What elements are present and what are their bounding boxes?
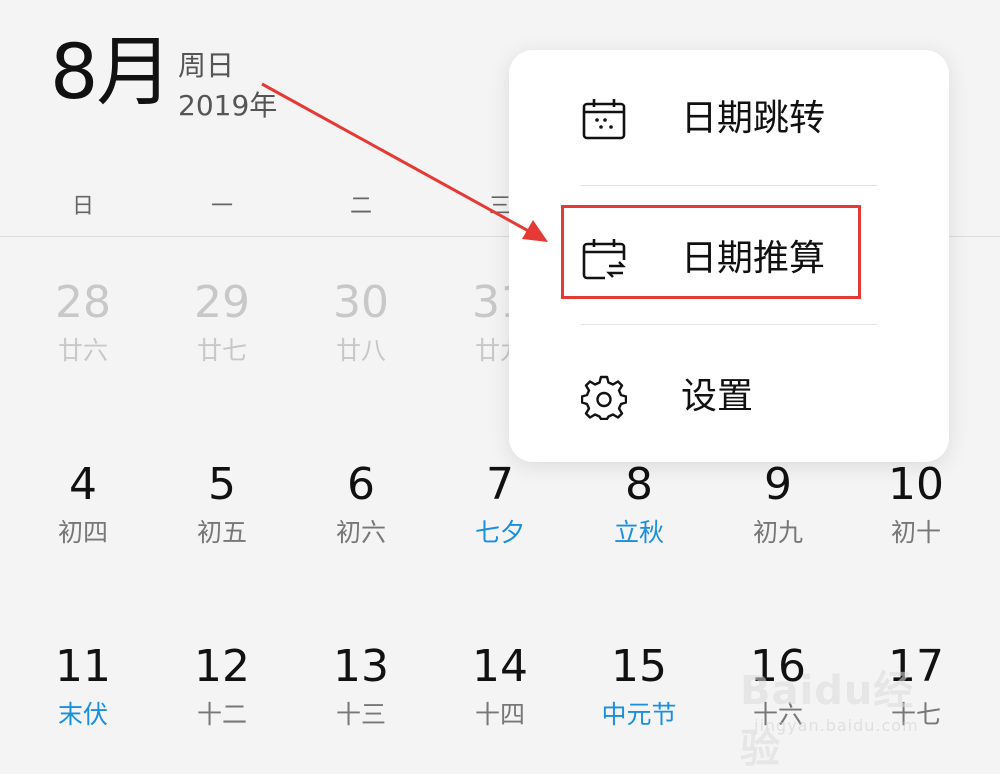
day-cell[interactable]: 15 中元节 <box>574 640 704 732</box>
menu-label: 日期跳转 <box>681 98 826 139</box>
lunar-festival: 末伏 <box>57 700 108 729</box>
year-label[interactable]: 2019年 <box>178 84 277 124</box>
day-number: 14 <box>472 641 528 692</box>
lunar-date: 初四 <box>57 518 108 547</box>
day-cell[interactable]: 7 七夕 <box>435 458 565 550</box>
day-cell[interactable]: 4 初四 <box>18 458 148 550</box>
lunar-date: 十四 <box>474 700 525 729</box>
day-number: 4 <box>69 459 97 510</box>
day-number: 12 <box>194 641 250 692</box>
lunar-festival: 立秋 <box>613 518 664 547</box>
day-number: 11 <box>55 641 111 692</box>
menu-item-date-jump[interactable]: 日期跳转 <box>509 68 949 168</box>
month-title[interactable]: 8月 <box>50 34 172 110</box>
calendar-jump-icon <box>582 99 626 140</box>
lunar-festival: 中元节 <box>601 700 677 729</box>
lunar-date: 十二 <box>196 700 247 729</box>
lunar-date: 廿六 <box>57 336 108 365</box>
highlight-box <box>561 205 861 299</box>
weekday-sun: 日 <box>71 194 94 219</box>
menu-item-settings[interactable]: 设置 <box>509 346 949 446</box>
lunar-date: 初九 <box>752 518 803 547</box>
day-number: 5 <box>208 459 236 510</box>
lunar-festival: 七夕 <box>474 518 525 547</box>
day-number: 9 <box>764 459 792 510</box>
day-cell[interactable]: 29 廿七 <box>157 276 287 368</box>
weekday-mon: 一 <box>210 194 233 219</box>
menu-label: 设置 <box>681 376 754 417</box>
day-cell[interactable]: 30 廿八 <box>296 276 426 368</box>
day-cell[interactable]: 13 十三 <box>296 640 426 732</box>
watermark-logo: Baidu经验 jingyan.baidu.com <box>740 650 950 772</box>
day-cell[interactable]: 12 十二 <box>157 640 287 732</box>
weekday-tue: 二 <box>349 194 372 219</box>
lunar-date: 廿八 <box>335 336 386 365</box>
day-cell[interactable]: 6 初六 <box>296 458 426 550</box>
day-cell[interactable]: 28 廿六 <box>18 276 148 368</box>
day-cell[interactable]: 5 初五 <box>157 458 287 550</box>
day-cell[interactable]: 10 初十 <box>851 458 981 550</box>
day-number: 15 <box>611 641 667 692</box>
lunar-date: 十三 <box>335 700 386 729</box>
weekday-label: 周日 <box>178 49 235 82</box>
day-number: 7 <box>486 459 514 510</box>
lunar-date: 初六 <box>335 518 386 547</box>
menu-divider <box>581 185 877 186</box>
day-number: 29 <box>194 277 250 328</box>
day-number: 30 <box>333 277 389 328</box>
lunar-date: 初十 <box>890 518 941 547</box>
menu-divider <box>581 324 877 325</box>
day-number: 10 <box>888 459 944 510</box>
watermark-sub: jingyan.baidu.com <box>754 716 919 735</box>
day-number: 28 <box>55 277 111 328</box>
day-cell[interactable]: 9 初九 <box>713 458 843 550</box>
day-number: 13 <box>333 641 389 692</box>
lunar-date: 廿七 <box>196 336 247 365</box>
day-cell[interactable]: 14 十四 <box>435 640 565 732</box>
lunar-date: 初五 <box>196 518 247 547</box>
day-number: 6 <box>347 459 375 510</box>
calendar-week-row: 4 初四 5 初五 6 初六 7 七夕 8 立秋 9 初九 10 初十 <box>0 458 1000 578</box>
day-cell[interactable]: 11 末伏 <box>18 640 148 732</box>
gear-icon <box>581 375 627 420</box>
day-cell[interactable]: 8 立秋 <box>574 458 704 550</box>
day-number: 8 <box>625 459 653 510</box>
